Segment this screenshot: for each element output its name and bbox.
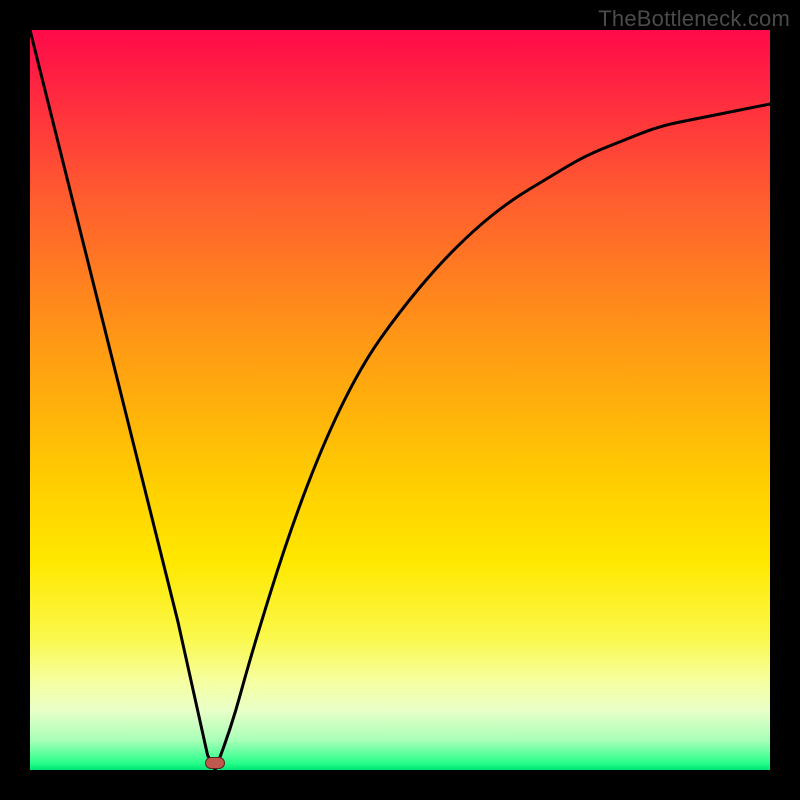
plot-area [30,30,770,770]
curve-left-branch [30,30,215,770]
minimum-marker [205,757,225,769]
watermark-text: TheBottleneck.com [598,6,790,32]
curve-right-branch [215,104,770,770]
chart-frame: TheBottleneck.com [0,0,800,800]
bottleneck-curve [30,30,770,770]
